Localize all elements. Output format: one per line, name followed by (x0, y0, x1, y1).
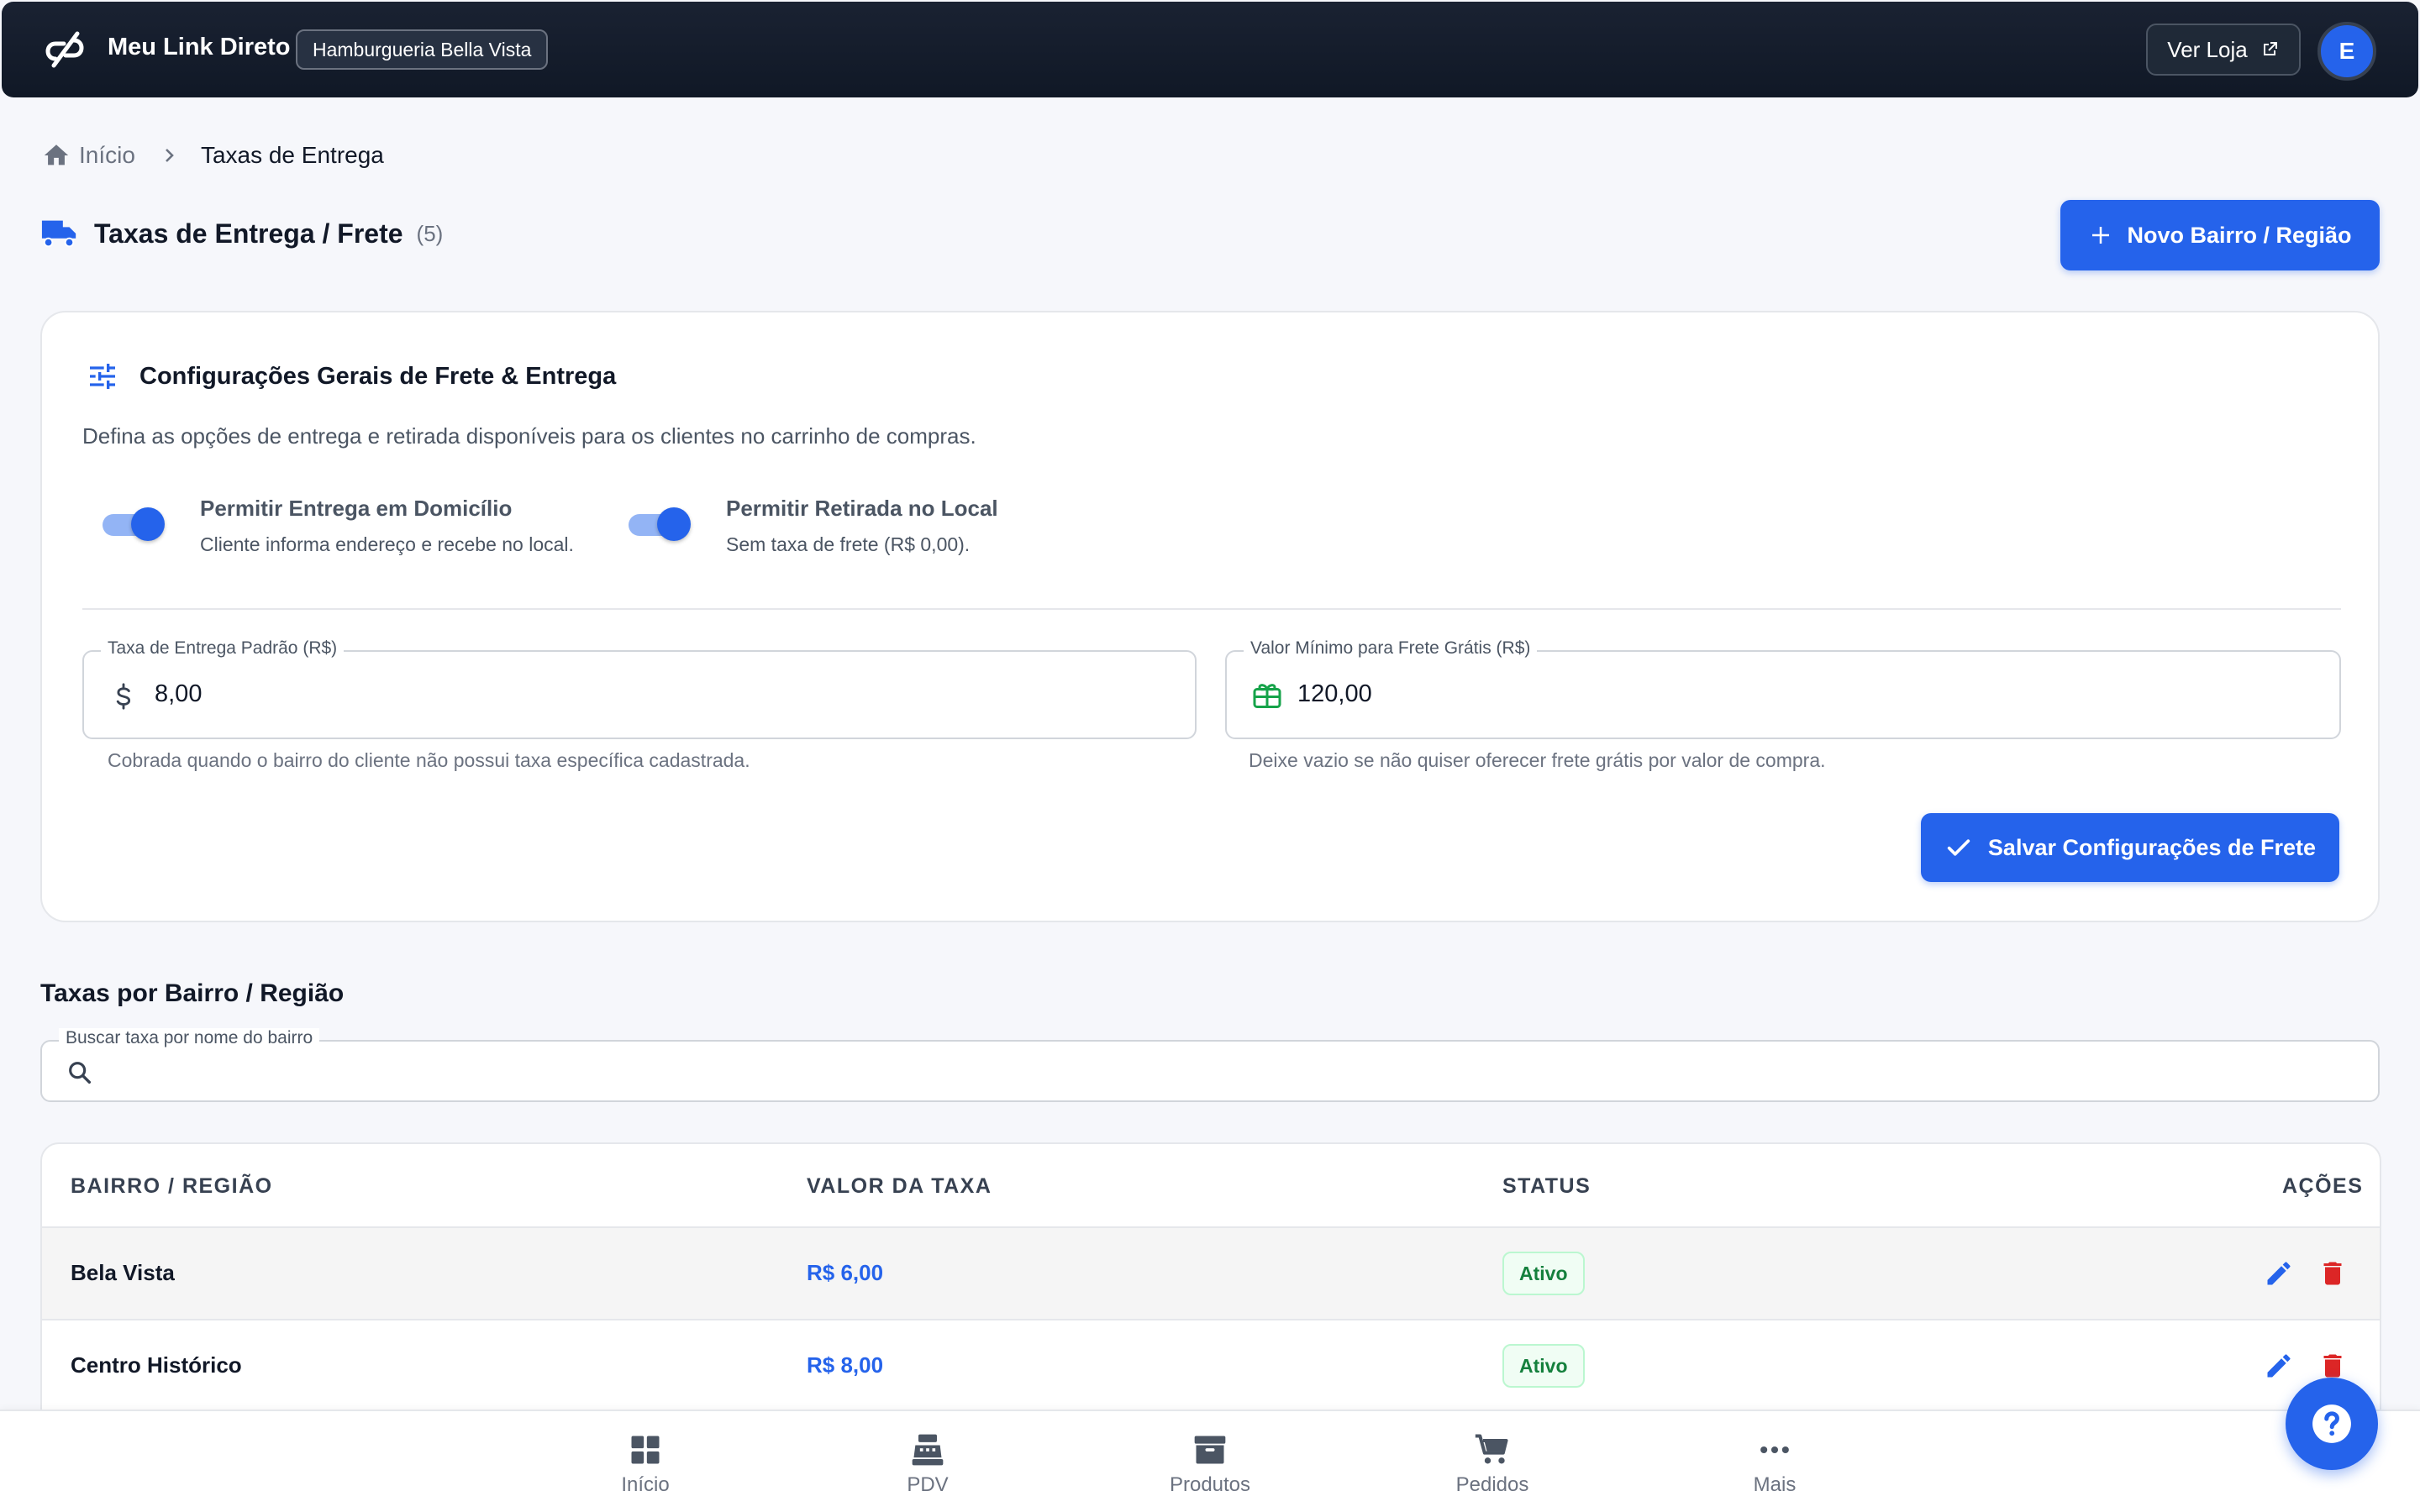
region-search-input[interactable]: Buscar taxa por nome do bairro (40, 1028, 2380, 1102)
default-fee-field[interactable]: Taxa de Entrega Padrão (R$) 8,00 (82, 638, 1197, 739)
region-count: (5) (416, 220, 444, 246)
edit-icon[interactable] (2264, 1351, 2294, 1381)
pickup-toggle-subtitle: Sem taxa de frete (R$ 0,00). (726, 533, 971, 555)
nav-label: Mais (1753, 1473, 1797, 1496)
nav-item-mais[interactable]: Mais (1691, 1431, 1859, 1497)
settings-card-title: Configurações Gerais de Frete & Entrega (139, 362, 617, 390)
view-store-button[interactable]: Ver Loja (2146, 24, 2301, 76)
view-store-label: Ver Loja (2167, 36, 2248, 62)
delete-icon[interactable] (2317, 1351, 2348, 1381)
tune-sliders-icon (90, 364, 115, 389)
link-logo-icon (45, 31, 84, 68)
bottom-navigation: Início PDV Produtos Pedidos Mais (0, 1410, 2420, 1512)
free-shipping-min-value: 120,00 (1297, 680, 1372, 707)
free-shipping-min-field[interactable]: Valor Mínimo para Frete Grátis (R$) 120,… (1225, 638, 2341, 739)
breadcrumb-home-label: Início (79, 142, 135, 168)
regions-section-title: Taxas por Bairro / Região (40, 979, 345, 1007)
nav-item-produtos[interactable]: Produtos (1126, 1431, 1294, 1497)
new-region-button[interactable]: Novo Bairro / Região (2060, 200, 2380, 270)
row-fee-value: R$ 8,00 (807, 1352, 884, 1378)
cart-icon (1475, 1434, 1508, 1464)
status-badge: Ativo (1502, 1344, 1585, 1388)
top-app-bar: Meu Link Direto Hamburgueria Bella Vista… (2, 2, 2418, 97)
nav-label: PDV (907, 1473, 949, 1496)
free-shipping-min-label: Valor Mínimo para Frete Grátis (R$) (1244, 638, 1538, 659)
pickup-toggle-group: Permitir Retirada no Local Sem taxa de f… (629, 496, 998, 556)
store-name-chip[interactable]: Hamburgueria Bella Vista (296, 29, 549, 70)
delivery-toggle-switch[interactable] (103, 506, 166, 541)
column-header-fee[interactable]: VALOR DA TAXA (807, 1174, 992, 1199)
plus-icon (2092, 227, 2110, 244)
column-header-actions: AÇÕES (2282, 1174, 2364, 1198)
delete-icon[interactable] (2317, 1258, 2348, 1289)
archive-box-icon (1194, 1436, 1226, 1464)
breadcrumb-home-link[interactable]: Início (42, 141, 135, 170)
pickup-toggle-title: Permitir Retirada no Local (726, 496, 998, 521)
default-fee-help: Cobrada quando o bairro do cliente não p… (108, 749, 750, 771)
breadcrumb-current: Taxas de Entrega (200, 142, 384, 168)
dollar-icon (109, 680, 138, 712)
nav-label: Produtos (1169, 1473, 1251, 1496)
page-header: Taxas de Entrega / Frete (5) (40, 217, 443, 250)
help-question-icon (2312, 1404, 2351, 1443)
settings-divider (82, 608, 2341, 610)
check-icon (1947, 839, 1970, 856)
shipping-settings-card: Configurações Gerais de Frete & Entrega … (40, 311, 2380, 922)
pickup-toggle-switch[interactable] (629, 506, 692, 541)
user-avatar[interactable]: E (2317, 22, 2376, 81)
default-fee-value: 8,00 (155, 680, 203, 707)
nav-item-inicio[interactable]: Início (561, 1431, 729, 1497)
more-dots-icon (1760, 1446, 1789, 1454)
free-shipping-min-help: Deixe vazio se não quiser oferecer frete… (1249, 749, 1826, 771)
external-link-icon (2263, 42, 2277, 55)
chevron-right-icon (159, 145, 179, 165)
nav-label: Pedidos (1455, 1473, 1529, 1496)
table-row[interactable]: Centro Histórico R$ 8,00 Ativo (42, 1320, 2380, 1413)
search-icon (66, 1058, 94, 1087)
dashboard-icon (631, 1436, 660, 1464)
nav-item-pedidos[interactable]: Pedidos (1408, 1431, 1576, 1497)
row-fee-value: R$ 6,00 (807, 1260, 884, 1285)
help-button[interactable] (2286, 1378, 2378, 1470)
brand-name: Meu Link Direto (108, 34, 291, 60)
column-header-region[interactable]: BAIRRO / REGIÃO (71, 1174, 273, 1199)
new-region-label: Novo Bairro / Região (2127, 222, 2352, 248)
delivery-toggle-subtitle: Cliente informa endereço e recebe no loc… (200, 533, 574, 555)
delivery-toggle-group: Permitir Entrega em Domicílio Cliente in… (103, 496, 574, 556)
delivery-toggle-title: Permitir Entrega em Domicílio (200, 496, 513, 521)
settings-card-header: Configurações Gerais de Frete & Entrega (86, 360, 616, 393)
save-shipping-settings-label: Salvar Configurações de Frete (1987, 834, 2317, 860)
breadcrumb: Início Taxas de Entrega (42, 141, 384, 170)
save-shipping-settings-button[interactable]: Salvar Configurações de Frete (1921, 813, 2339, 882)
table-header: BAIRRO / REGIÃO VALOR DA TAXA STATUS AÇÕ… (42, 1144, 2380, 1228)
settings-description: Defina as opções de entrega e retirada d… (82, 423, 976, 449)
column-header-status[interactable]: STATUS (1502, 1174, 1591, 1199)
edit-icon[interactable] (2264, 1258, 2294, 1289)
status-badge: Ativo (1502, 1252, 1585, 1295)
table-row[interactable]: Bela Vista R$ 6,00 Ativo (42, 1228, 2380, 1320)
nav-item-pdv[interactable]: PDV (844, 1431, 1012, 1497)
gift-card-icon (1252, 680, 1282, 711)
region-search-label: Buscar taxa por nome do bairro (59, 1028, 320, 1048)
page-title: Taxas de Entrega / Frete (94, 218, 403, 249)
row-region-name: Bela Vista (71, 1260, 175, 1285)
row-region-name: Centro Histórico (71, 1352, 242, 1378)
nav-label: Início (621, 1473, 670, 1496)
cash-register-icon (912, 1434, 944, 1466)
truck-icon (41, 220, 76, 248)
default-fee-label: Taxa de Entrega Padrão (R$) (101, 638, 345, 659)
home-icon (44, 144, 69, 165)
